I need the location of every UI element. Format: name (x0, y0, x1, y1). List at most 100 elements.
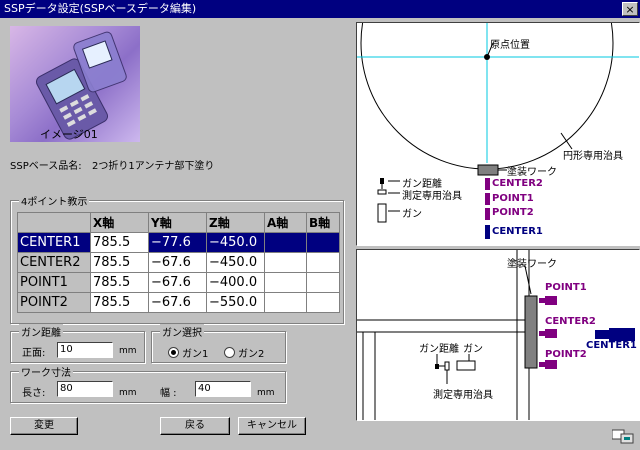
table-row[interactable]: CENTER2 785.5 −67.6 −450.0 (17, 252, 340, 273)
bottom-point2-mark (545, 360, 557, 369)
table-row[interactable]: POINT2 785.5 −67.6 −550.0 (17, 292, 340, 313)
gun-select-legend: ガン選択 (160, 324, 204, 339)
top-center2-label: CENTER2 (492, 178, 543, 189)
bottom-point1-mark (545, 296, 557, 305)
width-input[interactable]: 40 (195, 381, 251, 397)
length-label: 長さ: (22, 388, 46, 399)
b-cell[interactable] (306, 272, 340, 293)
center1-mark (485, 225, 490, 239)
top-point2-label: POINT2 (492, 207, 534, 218)
gun1-label[interactable]: ガン1 (182, 345, 208, 360)
a-cell[interactable] (264, 252, 307, 273)
phone-illustration (35, 31, 127, 140)
bottom-center1-mark (595, 330, 609, 339)
painted-work (477, 164, 499, 176)
y-cell[interactable]: −67.6 (148, 292, 207, 313)
bottom-gun-shape (456, 360, 476, 371)
width-label: 幅 : (160, 388, 177, 399)
z-cell[interactable]: −450.0 (206, 252, 265, 273)
measure-jig-shape (377, 189, 387, 195)
gun-distance-legend: ガン距離 (19, 324, 63, 339)
title-bar: SSPデータ設定(SSPベースデータ編集) × (0, 0, 640, 18)
ssp-data-window: SSPデータ設定(SSPベースデータ編集) × イメージ01 SSPベース品名:… (0, 0, 640, 450)
network-icon (612, 429, 634, 444)
bottom-measure-jig-shape (444, 361, 450, 371)
top-diagram: 原点位置 円形専用治具 塗装ワーク ガン距離 測定専用治具 ガン CENTER2… (356, 22, 640, 246)
b-cell[interactable] (306, 232, 340, 253)
table-header-row: X軸 Y軸 Z軸 A軸 B軸 (17, 212, 340, 233)
row-header[interactable]: CENTER1 (17, 232, 91, 253)
z-cell[interactable]: −400.0 (206, 272, 265, 293)
circle-jig-label: 円形専用治具 (563, 151, 623, 162)
bottom-center2-mark (545, 329, 557, 338)
column-header: X軸 (90, 212, 149, 233)
bottom-gun-distance-label: ガン距離 (419, 344, 459, 355)
bottom-center1-label: CENTER1 (586, 340, 637, 351)
point-table: X軸 Y軸 Z軸 A軸 B軸 CENTER1 785.5 −77.6 −450.… (17, 212, 340, 313)
x-cell[interactable]: 785.5 (90, 292, 149, 313)
top-gun-label: ガン (402, 209, 422, 220)
bottom-point1-label: POINT1 (545, 282, 587, 293)
center2-mark (485, 178, 490, 190)
a-cell[interactable] (264, 272, 307, 293)
column-header: A軸 (264, 212, 307, 233)
length-unit: mm (119, 388, 137, 398)
point1-mark (485, 193, 490, 205)
top-work-label: 塗装ワーク (507, 167, 557, 178)
row-header[interactable]: POINT1 (17, 272, 91, 293)
row-header[interactable]: CENTER2 (17, 252, 91, 273)
work-size-legend: ワーク寸法 (19, 364, 73, 379)
table-row[interactable]: POINT1 785.5 −67.6 −400.0 (17, 272, 340, 293)
top-center1-label: CENTER1 (492, 226, 543, 237)
a-cell[interactable] (264, 232, 307, 253)
x-cell[interactable]: 785.5 (90, 272, 149, 293)
x-cell[interactable]: 785.5 (90, 252, 149, 273)
top-point1-label: POINT1 (492, 193, 534, 204)
bottom-work-label: 塗装ワーク (507, 259, 557, 270)
bottom-gun-label: ガン (463, 344, 483, 355)
row-header[interactable]: POINT2 (17, 292, 91, 313)
change-button[interactable]: 変更 (10, 417, 78, 435)
column-header: Y軸 (148, 212, 207, 233)
front-unit: mm (119, 346, 137, 356)
a-cell[interactable] (264, 292, 307, 313)
front-label: 正面: (22, 348, 46, 359)
cancel-button[interactable]: キャンセル (238, 417, 306, 435)
window-title: SSPデータ設定(SSPベースデータ編集) (4, 2, 197, 15)
bottom-diagram-canvas (357, 250, 635, 420)
length-input[interactable]: 80 (57, 381, 113, 397)
ssp-name-value: 2つ折り1アンテナ部下塗り (92, 161, 215, 172)
corner-cell (17, 212, 91, 233)
ssp-name-label: SSPベース品名: (10, 161, 82, 172)
front-distance-input[interactable]: 10 (57, 342, 113, 358)
y-cell[interactable]: −67.6 (148, 272, 207, 293)
gun-shape (377, 203, 387, 223)
bottom-measure-jig-label: 測定専用治具 (433, 390, 493, 401)
x-cell[interactable]: 785.5 (90, 232, 149, 253)
width-unit: mm (257, 388, 275, 398)
bottom-point2-label: POINT2 (545, 349, 587, 360)
column-header: B軸 (306, 212, 340, 233)
y-cell[interactable]: −77.6 (148, 232, 207, 253)
z-cell[interactable]: −550.0 (206, 292, 265, 313)
y-cell[interactable]: −67.6 (148, 252, 207, 273)
point2-mark (485, 208, 490, 220)
table-row[interactable]: CENTER1 785.5 −77.6 −450.0 (17, 232, 340, 253)
column-header: Z軸 (206, 212, 265, 233)
bottom-gun-distance-marker (435, 364, 439, 369)
gun2-label[interactable]: ガン2 (238, 345, 264, 360)
gun2-radio[interactable] (224, 347, 235, 358)
b-cell[interactable] (306, 252, 340, 273)
gun1-radio[interactable] (168, 347, 179, 358)
bottom-diagram: 塗装ワーク POINT1 CENTER2 POINT2 CENTER1 ガン距離… (356, 249, 640, 421)
bottom-center2-label: CENTER2 (545, 316, 596, 327)
gun-distance-marker (380, 178, 384, 184)
z-cell[interactable]: −450.0 (206, 232, 265, 253)
close-button[interactable]: × (622, 2, 638, 16)
image-caption: イメージ01 (40, 128, 98, 141)
b-cell[interactable] (306, 292, 340, 313)
top-measure-jig-label: 測定専用治具 (402, 191, 462, 202)
origin-label: 原点位置 (490, 40, 530, 51)
bottom-painted-work (524, 295, 538, 369)
back-button[interactable]: 戻る (160, 417, 230, 435)
